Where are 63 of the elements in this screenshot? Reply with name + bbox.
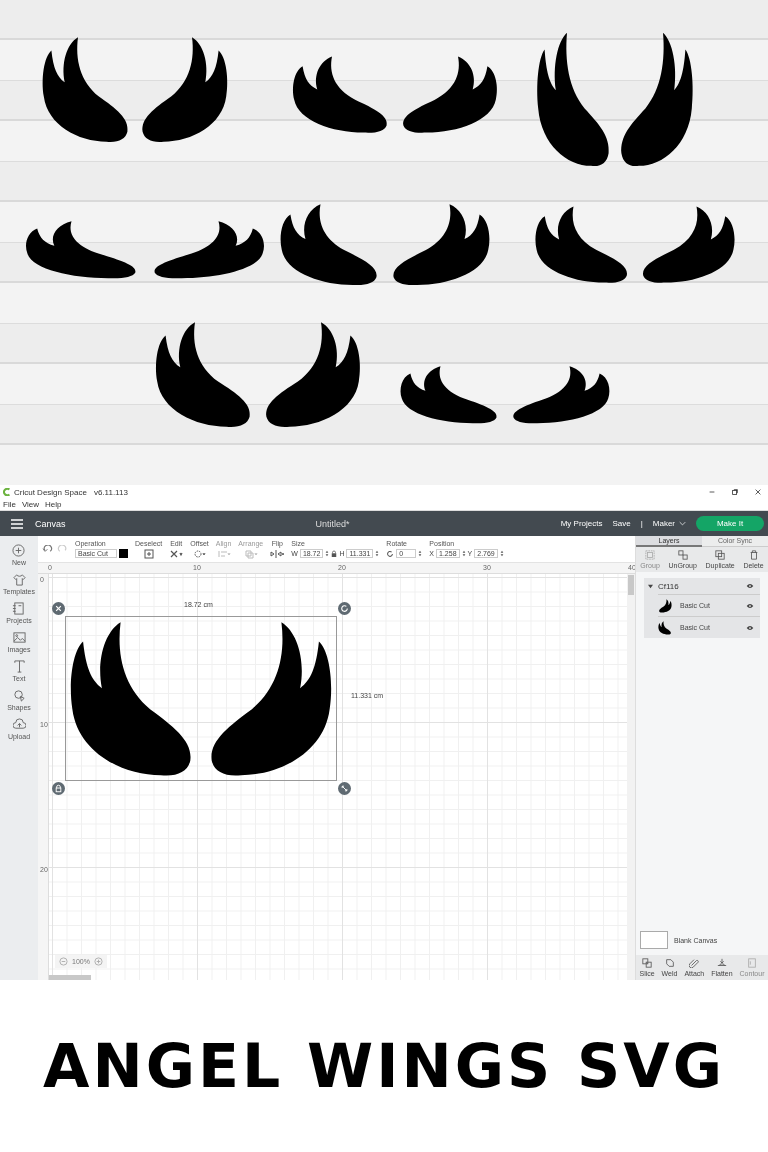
layer-group-name: Cf116 — [658, 581, 680, 591]
delete-icon — [748, 550, 759, 560]
shapes-icon — [12, 689, 26, 702]
header-separator: | — [640, 519, 643, 528]
layer-group-row[interactable]: Cf116 — [644, 578, 760, 594]
menu-icon[interactable] — [11, 518, 23, 529]
text-icon — [12, 660, 26, 673]
banner-title: ANGEL WINGS SVG — [43, 1031, 725, 1101]
flip-icon — [270, 548, 285, 559]
eye-icon[interactable] — [746, 602, 754, 609]
lock-icon[interactable] — [331, 549, 338, 558]
app-version: v6.11.113 — [93, 487, 128, 497]
menu-item[interactable]: Help — [45, 500, 62, 509]
rotate-handle-icon[interactable] — [338, 602, 351, 615]
weld-icon — [664, 958, 675, 968]
new-icon — [12, 544, 26, 557]
upload-icon — [12, 718, 26, 731]
blank-canvas-swatch[interactable] — [640, 931, 668, 949]
restore-icon[interactable] — [731, 488, 739, 496]
deselect-icon — [141, 548, 156, 559]
spinner-icon[interactable] — [375, 550, 380, 557]
templates-icon — [12, 573, 26, 586]
color-swatch[interactable] — [119, 549, 128, 558]
group-icon — [645, 550, 656, 560]
arrange-icon — [243, 548, 258, 559]
offset-icon — [192, 548, 207, 559]
images-icon — [12, 631, 26, 644]
close-icon[interactable] — [754, 488, 762, 496]
rotate-icon — [386, 549, 395, 558]
scrollbar-thumb[interactable] — [49, 975, 91, 980]
spinner-icon[interactable] — [499, 550, 504, 557]
ungroup-icon — [677, 550, 688, 560]
eye-icon[interactable] — [746, 583, 754, 589]
spinner-icon[interactable] — [325, 550, 330, 557]
menu-item[interactable]: View — [21, 500, 40, 509]
spinner-icon[interactable] — [418, 550, 423, 557]
undo-icon[interactable] — [42, 544, 53, 554]
wing-thumbnail-icon — [658, 597, 672, 614]
section-title: Canvas — [35, 518, 66, 529]
close-icon[interactable] — [52, 602, 65, 615]
chevron-icon — [679, 521, 686, 526]
edit-icon — [169, 548, 184, 559]
attach-icon — [689, 958, 700, 968]
wing-thumbnail-icon — [658, 619, 672, 636]
header-link[interactable]: My Projects — [560, 519, 603, 528]
eye-icon[interactable] — [746, 624, 754, 631]
lock-icon[interactable] — [52, 782, 65, 795]
machine-dropdown[interactable]: Maker — [652, 519, 675, 528]
window-title: Cricut Design Space — [14, 487, 87, 497]
header-link[interactable]: Save — [612, 519, 631, 528]
expand-caret-icon[interactable] — [648, 583, 653, 589]
document-title: Untitled* — [315, 518, 350, 529]
align-icon — [216, 548, 231, 559]
flatten-icon — [716, 958, 727, 968]
duplicate-icon — [715, 550, 726, 560]
contour-icon — [747, 958, 757, 968]
menu-item[interactable]: File — [3, 500, 16, 509]
app-logo-icon — [3, 488, 11, 496]
resize-handle-icon[interactable] — [338, 782, 351, 795]
projects-icon — [12, 602, 26, 615]
scrollbar-thumb[interactable] — [628, 575, 634, 595]
spinner-icon[interactable] — [461, 550, 466, 557]
slice-icon — [642, 958, 653, 968]
